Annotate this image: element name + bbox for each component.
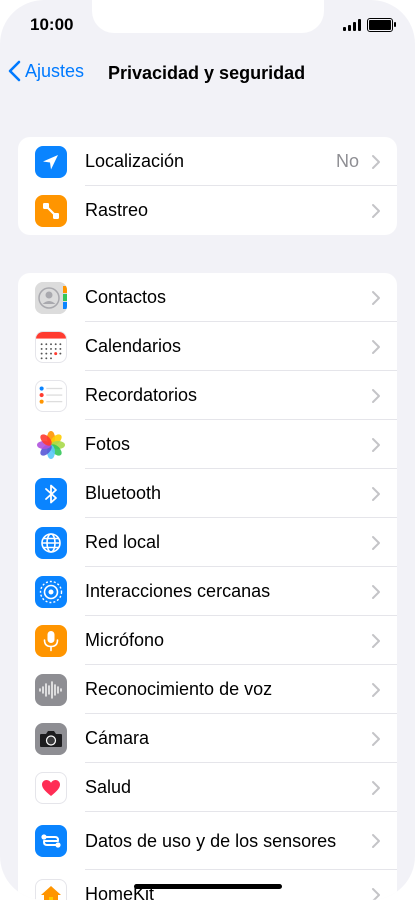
chevron-right-icon [372,339,380,354]
row-reconocimiento-de-voz[interactable]: Reconocimiento de voz [18,665,397,714]
row-label: Datos de uso y de los sensores [85,830,337,851]
chevron-right-icon [372,154,380,169]
row-label: Interacciones cercanas [85,581,271,601]
nearby-interactions-icon [35,576,67,608]
row-fotos[interactable]: Fotos [18,420,397,469]
page-title: Privacidad y seguridad [108,63,306,83]
row-rastreo[interactable]: Rastreo [18,186,397,235]
chevron-right-icon [372,203,380,218]
chevron-right-icon [372,633,380,648]
row-recordatorios[interactable]: Recordatorios [18,371,397,420]
contacts-icon [35,282,67,314]
row-label: Calendarios [85,336,182,356]
settings-group-location: Localización No Rastreo [18,137,397,235]
row-label: Red local [85,532,161,552]
chevron-right-icon [372,780,380,795]
heart-icon [35,772,67,804]
chevron-right-icon [372,486,380,501]
camera-icon [35,723,67,755]
home-indicator[interactable] [134,884,282,889]
row-bluetooth[interactable]: Bluetooth [18,469,397,518]
row-label: Localización [85,151,185,171]
chevron-right-icon [372,731,380,746]
notch [92,0,324,33]
row-red-local[interactable]: Red local [18,518,397,567]
row-label: Rastreo [85,200,149,220]
row-contactos[interactable]: Contactos [18,273,397,322]
row-calendarios[interactable]: Calendarios [18,322,397,371]
navigation-bar: Ajustes Privacidad y seguridad [0,56,415,92]
chevron-right-icon [372,682,380,697]
calendar-icon [35,331,67,363]
bluetooth-icon [35,478,67,510]
sensor-data-icon [35,825,67,857]
row-label: Micrófono [85,630,165,650]
row-label: Salud [85,777,132,797]
row-label: Recordatorios [85,385,198,405]
back-button[interactable]: Ajustes [8,60,84,82]
waveform-icon [35,674,67,706]
row-interacciones-cercanas[interactable]: Interacciones cercanas [18,567,397,616]
chevron-right-icon [372,388,380,403]
home-icon [35,879,67,900]
location-arrow-icon [35,146,67,178]
globe-icon [35,527,67,559]
row-salud[interactable]: Salud [18,763,397,812]
photos-icon [35,429,67,461]
chevron-right-icon [372,887,380,900]
row-label: Bluetooth [85,483,162,503]
chevron-left-icon [8,60,21,82]
status-icons [343,18,396,32]
signal-icon [343,19,361,31]
row-datos-de-uso[interactable]: Datos de uso y de los sensores [18,812,397,870]
row-label: Reconocimiento de voz [85,679,273,699]
chevron-right-icon [372,535,380,550]
phone-screen: 10:00 Ajustes Privacidad y seguridad Loc… [0,0,415,900]
chevron-right-icon [372,834,380,848]
status-time: 10:00 [30,15,74,34]
row-microfono[interactable]: Micrófono [18,616,397,665]
row-label: Fotos [85,434,131,454]
settings-group-apps: Contactos Calendarios Recordatorios Foto… [18,273,397,900]
reminders-icon [35,380,67,412]
tracking-icon [35,195,67,227]
chevron-right-icon [372,290,380,305]
back-label: Ajustes [25,60,85,81]
chevron-right-icon [372,437,380,452]
row-value: No [335,151,359,171]
microphone-icon [35,625,67,657]
chevron-right-icon [372,584,380,599]
battery-icon [367,18,396,32]
row-localizacion[interactable]: Localización No [18,137,397,186]
row-label: Cámara [85,728,150,748]
row-camara[interactable]: Cámara [18,714,397,763]
row-label: Contactos [85,287,167,307]
